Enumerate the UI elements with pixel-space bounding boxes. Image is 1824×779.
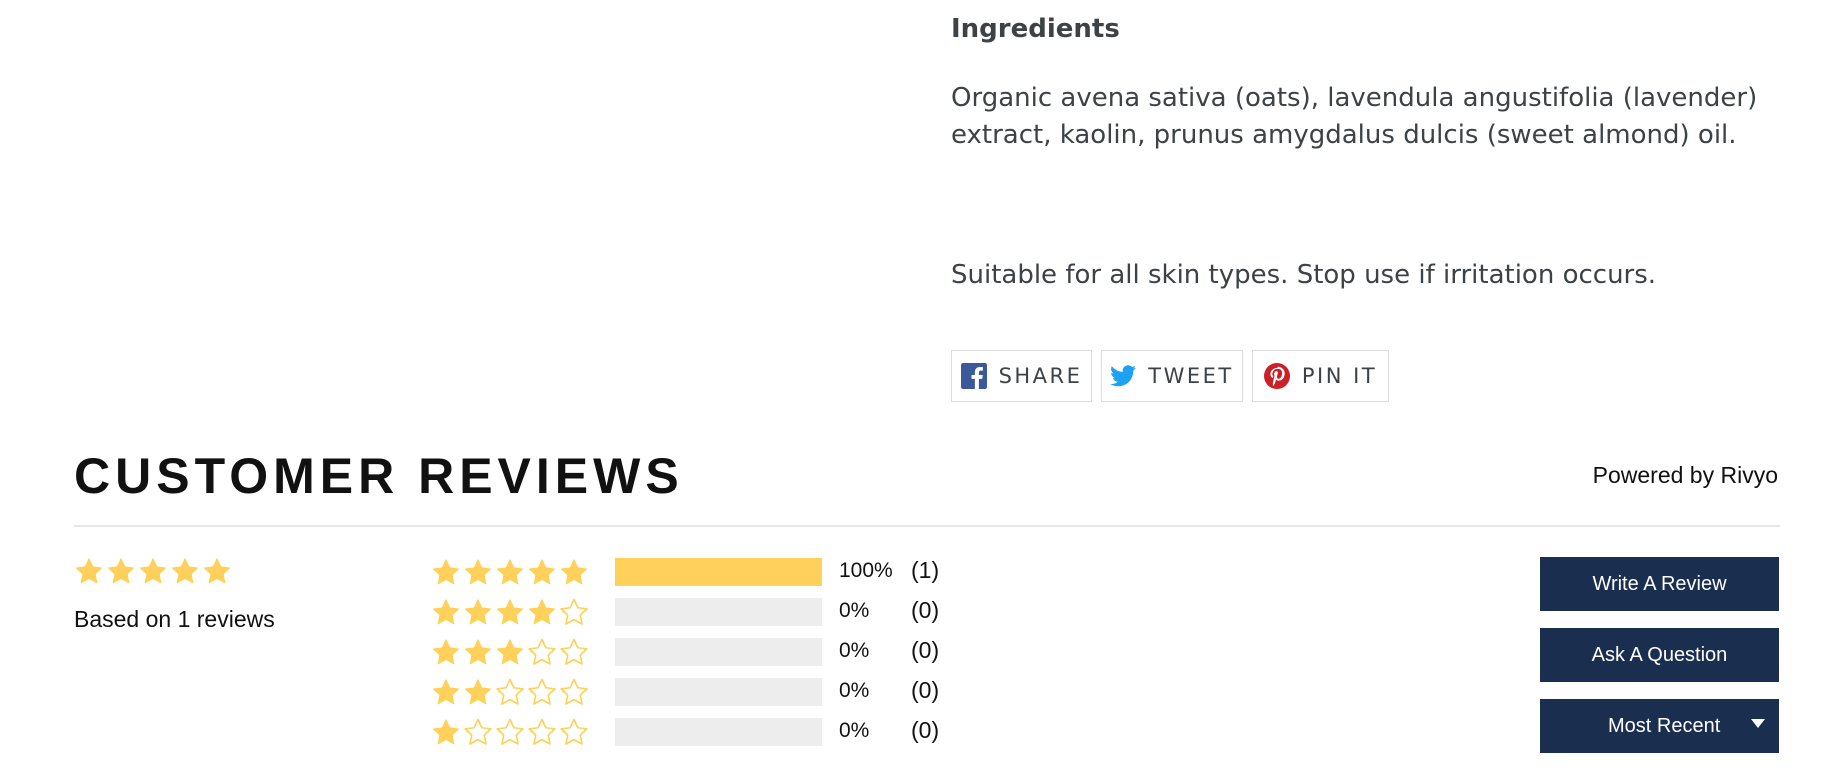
- rating-row-4[interactable]: 0% (0): [431, 596, 939, 628]
- pinterest-icon: [1263, 363, 1290, 389]
- share-pinterest-label: PIN IT: [1301, 364, 1378, 388]
- star-filled-icon: [139, 558, 167, 584]
- share-twitter-label: TWEET: [1148, 364, 1234, 388]
- rating-row-stars: [431, 557, 589, 587]
- rating-percent: 100%: [839, 559, 893, 582]
- rating-count: (0): [911, 677, 940, 703]
- star-filled-icon: [464, 599, 492, 625]
- ingredients-text: Organic avena sativa (oats), lavendula a…: [951, 83, 1758, 150]
- suitability-note: Suitable for all skin types. Stop use if…: [951, 260, 1657, 290]
- star-filled-icon: [107, 558, 135, 584]
- powered-by-link[interactable]: Powered by Rivyo: [1420, 462, 1778, 489]
- star-outline-icon: [528, 718, 556, 745]
- star-filled-icon: [528, 559, 556, 585]
- star-filled-icon: [496, 599, 524, 625]
- sort-select[interactable]: Most Recent: [1540, 699, 1779, 753]
- star-filled-icon: [432, 679, 460, 705]
- star-filled-icon: [464, 679, 492, 705]
- rating-percent: 0%: [839, 719, 870, 742]
- rating-percent: 0%: [839, 679, 870, 702]
- rating-row-stars: [431, 597, 589, 627]
- star-filled-icon: [528, 599, 556, 625]
- star-outline-icon: [496, 718, 524, 745]
- share-facebook-button[interactable]: SHARE: [951, 350, 1092, 402]
- rating-row-1[interactable]: 0% (0): [431, 716, 939, 748]
- star-outline-icon: [560, 678, 588, 705]
- star-outline-icon: [528, 638, 556, 665]
- star-filled-icon: [464, 639, 492, 665]
- rating-count: (0): [911, 637, 940, 663]
- twitter-icon: [1110, 365, 1137, 387]
- rating-bar-fill: [615, 558, 822, 586]
- share-twitter-button[interactable]: TWEET: [1101, 350, 1243, 402]
- ask-question-button[interactable]: Ask A Question: [1540, 628, 1779, 682]
- star-filled-icon: [432, 599, 460, 625]
- rating-percent: 0%: [839, 599, 870, 622]
- average-rating-stars: [74, 556, 232, 586]
- star-filled-icon: [464, 559, 492, 585]
- rating-bar: [615, 718, 822, 746]
- star-filled-icon: [432, 639, 460, 665]
- write-review-button[interactable]: Write A Review: [1540, 557, 1779, 611]
- reviews-title: CUSTOMER REVIEWS: [74, 448, 684, 504]
- review-count-summary: Based on 1 reviews: [74, 606, 275, 632]
- star-filled-icon: [203, 558, 231, 584]
- rating-row-5[interactable]: 100% (1): [431, 556, 939, 588]
- star-filled-icon: [432, 719, 460, 745]
- star-outline-icon: [528, 678, 556, 705]
- rating-count: (1): [911, 557, 940, 583]
- star-filled-icon: [496, 639, 524, 665]
- star-filled-icon: [432, 559, 460, 585]
- rating-bar: [615, 638, 822, 666]
- star-filled-icon: [496, 559, 524, 585]
- share-facebook-label: SHARE: [998, 364, 1083, 388]
- rating-count: (0): [911, 717, 940, 743]
- chevron-down-icon: [1751, 719, 1765, 728]
- star-outline-icon: [560, 598, 588, 625]
- share-pinterest-button[interactable]: PIN IT: [1252, 350, 1389, 402]
- rating-bar: [615, 558, 822, 586]
- ingredients-heading: Ingredients: [951, 14, 1120, 44]
- star-filled-icon: [75, 558, 103, 584]
- sort-selected-value: Most Recent: [1608, 714, 1721, 737]
- rating-row-stars: [431, 717, 589, 747]
- star-outline-icon: [464, 718, 492, 745]
- rating-percent: 0%: [839, 639, 870, 662]
- rating-row-3[interactable]: 0% (0): [431, 636, 939, 668]
- rating-bar: [615, 598, 822, 626]
- rating-row-stars: [431, 677, 589, 707]
- rating-row-2[interactable]: 0% (0): [431, 676, 939, 708]
- star-filled-icon: [171, 558, 199, 584]
- star-outline-icon: [496, 678, 524, 705]
- facebook-icon: [960, 363, 987, 389]
- star-filled-icon: [560, 559, 588, 585]
- rating-row-stars: [431, 637, 589, 667]
- star-outline-icon: [560, 638, 588, 665]
- rating-bar: [615, 678, 822, 706]
- star-outline-icon: [560, 718, 588, 745]
- reviews-divider: [74, 525, 1780, 527]
- rating-count: (0): [911, 597, 940, 623]
